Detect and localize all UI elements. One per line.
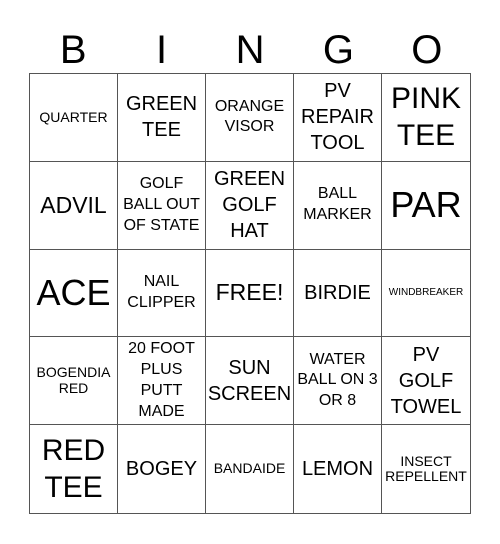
bingo-cell[interactable]: PINK TEE: [382, 74, 470, 162]
bingo-cell-label: WINDBREAKER: [388, 287, 464, 299]
bingo-cell[interactable]: GOLF BALL OUT OF STATE: [118, 161, 206, 250]
bingo-cell[interactable]: QUARTER: [30, 74, 118, 162]
bingo-cell[interactable]: WATER BALL ON 3 OR 8: [294, 337, 382, 426]
bingo-card: QUARTER GREEN TEE ORANGE VISOR PV REPAIR TO…: [29, 73, 471, 514]
bingo-cell-label: ACE: [36, 272, 111, 314]
bingo-cell[interactable]: PV REPAIR TOOL: [294, 74, 382, 162]
bingo-cell-label: NAIL CLIPPER: [127, 273, 196, 311]
bingo-cell[interactable]: BIRDIE: [294, 249, 382, 338]
bingo-cell-label: RED TEE: [41, 433, 106, 505]
bingo-cell-label: WATER BALL ON 3 OR 8: [297, 350, 378, 410]
header-letter-i: I: [156, 28, 168, 72]
bingo-cell[interactable]: BALL MARKER: [294, 161, 382, 250]
bingo-cell[interactable]: ORANGE VISOR: [206, 74, 294, 162]
bingo-cell[interactable]: BOGEY: [118, 425, 206, 513]
bingo-cell-label: PINK TEE: [390, 81, 462, 153]
bingo-cell[interactable]: GREEN TEE: [118, 74, 206, 162]
bingo-cell-label: BIRDIE: [304, 281, 371, 304]
bingo-cell-label: ORANGE VISOR: [214, 97, 285, 136]
bingo-cell[interactable]: ADVIL: [30, 161, 118, 250]
bingo-cell[interactable]: WINDBREAKER: [382, 250, 470, 338]
header-letter-g: G: [322, 28, 354, 72]
free-space-cell[interactable]: FREE!: [206, 249, 294, 338]
bingo-cell-label: GREEN GOLF HAT: [213, 168, 286, 243]
bingo-cell[interactable]: PAR: [382, 162, 470, 250]
bingo-cell[interactable]: SUN SCREEN: [206, 337, 294, 426]
bingo-cell-label: GOLF BALL OUT OF STATE: [123, 175, 200, 234]
header-letter-n: N: [235, 28, 265, 72]
bingo-cell-label: QUARTER: [39, 108, 108, 125]
bingo-cell[interactable]: 20 FOOT PLUS PUTT MADE: [118, 337, 206, 426]
bingo-cell-label: 20 FOOT PLUS PUTT MADE: [128, 340, 195, 420]
bingo-cell[interactable]: BANDAIDE: [206, 425, 294, 513]
bingo-cell-label: SUN SCREEN: [207, 356, 292, 405]
bingo-cell-label: PAR: [390, 184, 462, 226]
bingo-cell[interactable]: NAIL CLIPPER: [118, 249, 206, 338]
bingo-cell[interactable]: PV GOLF TOWEL: [382, 337, 470, 426]
header-letter-o: O: [411, 28, 443, 72]
bingo-cell[interactable]: BOGENDIA RED: [30, 337, 118, 426]
bingo-cell-label: BOGEY: [125, 458, 198, 481]
bingo-cell[interactable]: GREEN GOLF HAT: [206, 161, 294, 250]
bingo-cell-label: LEMON: [301, 458, 374, 481]
bingo-cell-label: ADVIL: [40, 191, 107, 218]
bingo-cell-label: BANDAIDE: [213, 460, 286, 477]
bingo-cell-label: FREE!: [215, 279, 284, 306]
bingo-cell[interactable]: INSECT REPELLENT: [382, 425, 470, 513]
bingo-cell[interactable]: ACE: [30, 249, 118, 338]
bingo-cell-label: PV REPAIR TOOL: [301, 80, 374, 155]
bingo-header: B I N G O: [29, 27, 471, 73]
bingo-cell[interactable]: RED TEE: [30, 425, 118, 513]
header-letter-b: B: [59, 28, 87, 72]
bingo-cell-label: GREEN TEE: [125, 93, 198, 142]
bingo-cell-label: PV GOLF TOWEL: [390, 343, 462, 418]
bingo-cell-label: BOGENDIA RED: [36, 364, 111, 396]
bingo-cell-label: INSECT REPELLENT: [385, 452, 467, 485]
bingo-cell[interactable]: LEMON: [294, 425, 382, 513]
bingo-cell-label: BALL MARKER: [303, 185, 372, 224]
